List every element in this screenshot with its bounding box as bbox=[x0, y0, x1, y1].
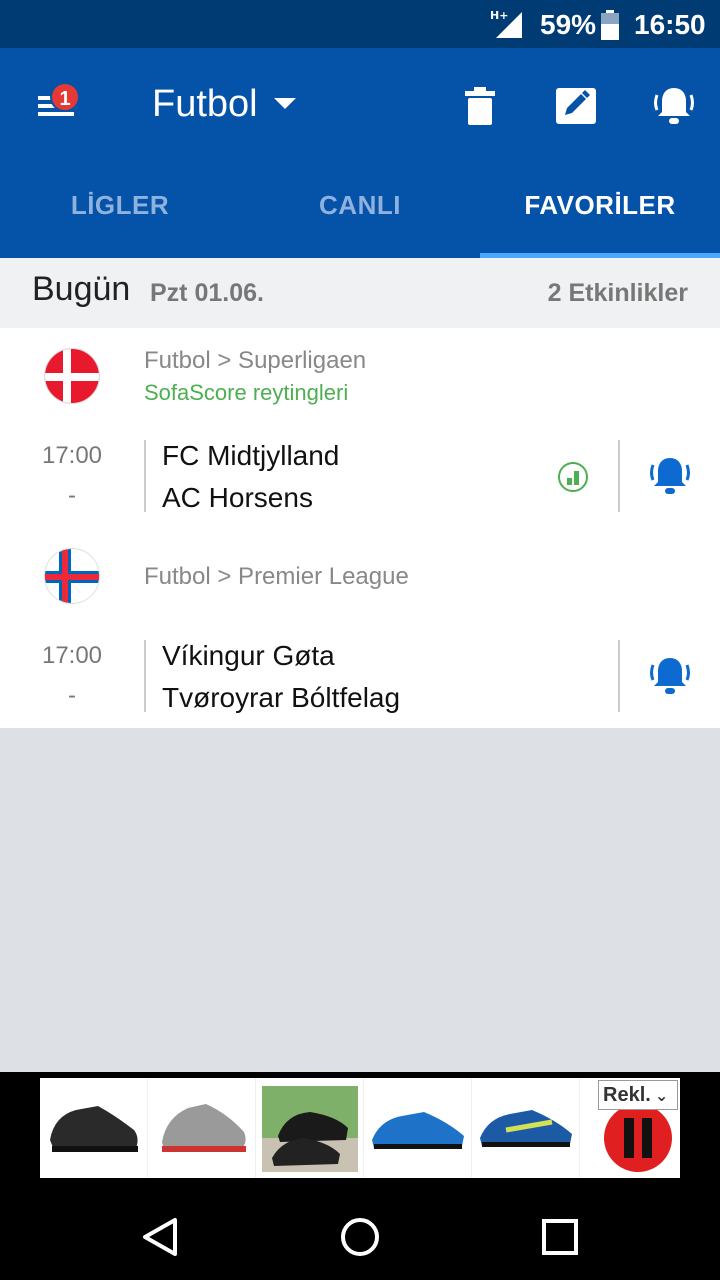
home-team: Víkingur Gøta bbox=[162, 640, 335, 671]
home-icon[interactable] bbox=[335, 1212, 385, 1262]
delete-button[interactable] bbox=[452, 78, 508, 134]
away-team: Tvøroyrar Bóltfelag bbox=[162, 682, 401, 713]
battery-icon bbox=[601, 10, 619, 40]
svg-text:H+: H+ bbox=[490, 9, 508, 22]
ad-product-image[interactable] bbox=[256, 1078, 364, 1178]
back-icon[interactable] bbox=[135, 1212, 185, 1262]
day-label: Bugün bbox=[32, 270, 131, 308]
sport-selector[interactable]: Futbol bbox=[152, 76, 296, 132]
bell-ring-icon bbox=[654, 88, 694, 124]
date-label: Pzt 01.06. bbox=[150, 279, 264, 307]
event-list: Futbol > Superligaen SofaScore reytingle… bbox=[0, 328, 720, 728]
divider bbox=[144, 640, 146, 712]
divider bbox=[144, 440, 146, 512]
tab-favoriler[interactable]: FAVORİLER bbox=[480, 172, 720, 258]
system-nav-bar bbox=[0, 1192, 720, 1280]
notification-badge: 1 bbox=[50, 82, 80, 112]
ad-content[interactable]: Rekl. ⌄ bbox=[40, 1078, 680, 1178]
ad-product-image[interactable] bbox=[148, 1078, 256, 1178]
tab-bar: LİGLER CANLI FAVORİLER bbox=[0, 172, 720, 258]
day-header: Bugün Pzt 01.06. 2 Etkinlikler bbox=[0, 258, 720, 328]
divider bbox=[618, 640, 620, 712]
event-count: 2 Etkinlikler bbox=[547, 279, 688, 307]
dropdown-arrow-icon bbox=[273, 98, 296, 109]
chevron-down-icon: ⌄ bbox=[654, 1088, 669, 1105]
league-header-superligaen[interactable]: Futbol > Superligaen SofaScore reytingle… bbox=[0, 328, 720, 418]
sport-label: Futbol bbox=[152, 82, 258, 125]
ad-product-image[interactable] bbox=[40, 1078, 148, 1178]
tab-canli[interactable]: CANLI bbox=[240, 172, 480, 258]
app-bar: 1 Futbol LİGLER CANLI FAVORİLER bbox=[0, 48, 720, 258]
bell-ring-icon[interactable] bbox=[648, 654, 692, 698]
status-bar: H+ 59% 16:50 bbox=[0, 0, 720, 48]
league-subtitle[interactable]: SofaScore reytingleri bbox=[144, 380, 348, 406]
battery-percent: 59% bbox=[540, 9, 597, 40]
match-time: 17:00 bbox=[41, 442, 103, 469]
match-row[interactable]: 17:00 - Víkingur Gøta Tvøroyrar Bóltfela… bbox=[0, 640, 720, 720]
notifications-button[interactable] bbox=[646, 78, 702, 134]
tab-ligler[interactable]: LİGLER bbox=[0, 172, 240, 258]
match-row[interactable]: 17:00 - FC Midtjylland AC Horsens bbox=[0, 440, 720, 520]
ad-product-image[interactable] bbox=[364, 1078, 472, 1178]
recents-icon[interactable] bbox=[535, 1212, 585, 1262]
clock: 16:50 bbox=[634, 9, 706, 40]
trash-icon bbox=[465, 87, 495, 125]
ad-label[interactable]: Rekl. ⌄ bbox=[598, 1080, 678, 1110]
signal-icon: H+ bbox=[490, 9, 522, 38]
divider bbox=[618, 440, 620, 512]
league-path: Futbol > Premier League bbox=[144, 563, 409, 590]
away-team: AC Horsens bbox=[162, 482, 313, 513]
league-path: Futbol > Superligaen bbox=[144, 347, 367, 374]
match-status: - bbox=[68, 682, 76, 709]
league-header-premier-league[interactable]: Futbol > Premier League bbox=[0, 534, 720, 624]
ad-product-image[interactable] bbox=[472, 1078, 580, 1178]
ad-banner: Rekl. ⌄ bbox=[0, 1072, 720, 1192]
bell-ring-icon[interactable] bbox=[648, 454, 692, 498]
match-status: - bbox=[68, 482, 76, 509]
denmark-flag-icon bbox=[44, 348, 100, 404]
faroe-islands-flag-icon bbox=[44, 548, 100, 604]
match-time: 17:00 bbox=[41, 642, 103, 669]
home-team: FC Midtjylland bbox=[162, 440, 340, 471]
edit-icon bbox=[556, 88, 596, 124]
edit-button[interactable] bbox=[548, 78, 604, 134]
rating-icon bbox=[558, 462, 588, 492]
